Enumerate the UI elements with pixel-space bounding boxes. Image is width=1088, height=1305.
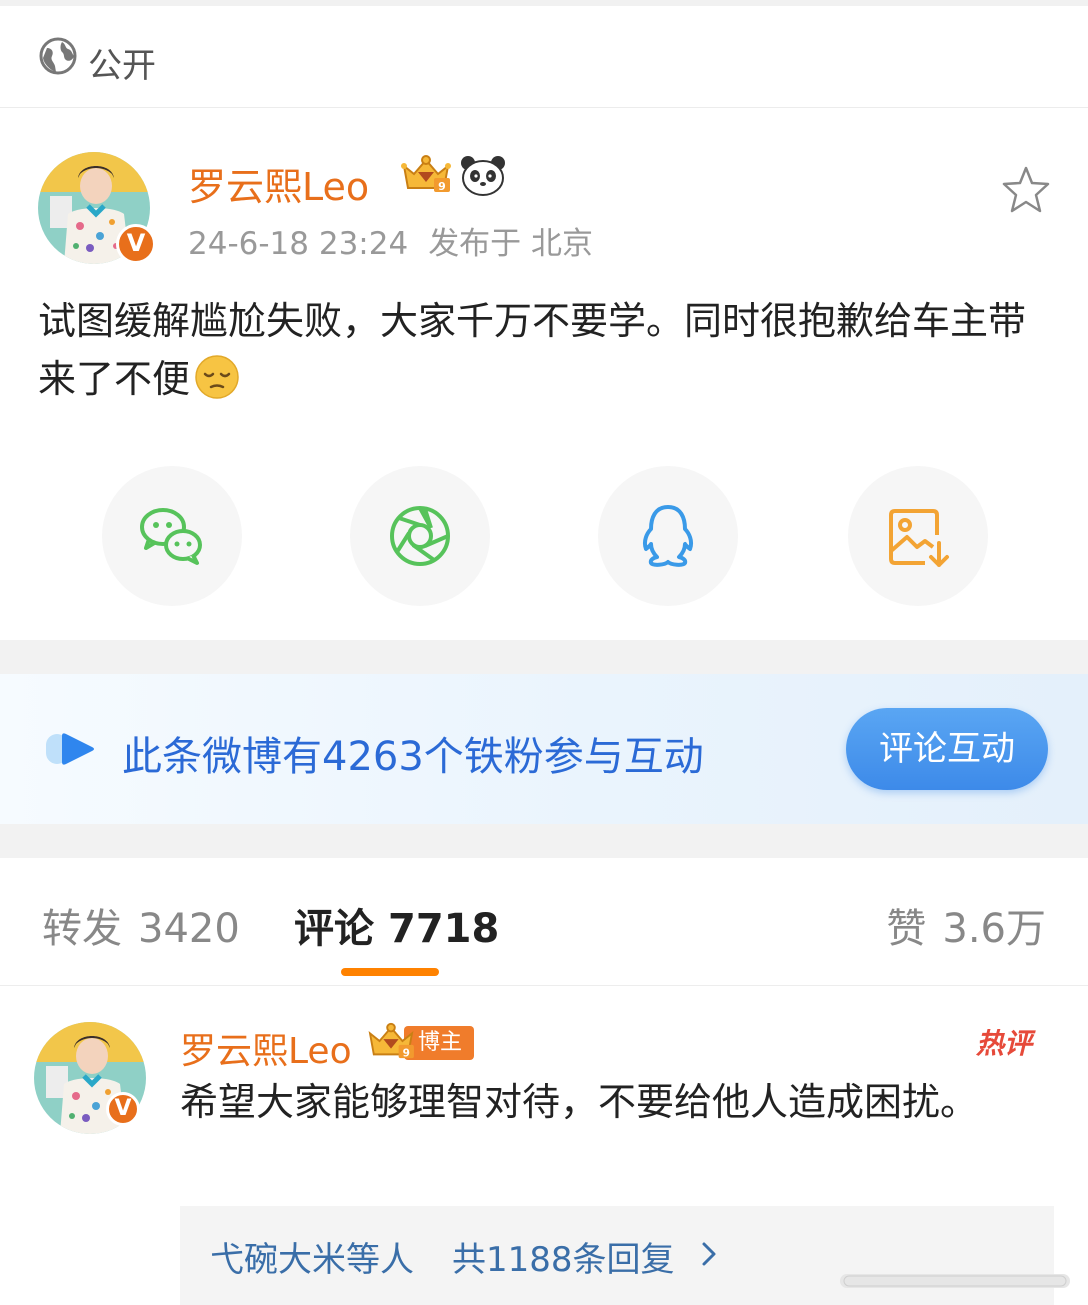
section-divider bbox=[0, 640, 1088, 674]
post-meta: 24-6-18 23:24 发布于 北京 bbox=[188, 218, 593, 263]
tab-comments-label: 评论 bbox=[294, 906, 374, 952]
comment-interact-button[interactable]: 评论互动 bbox=[846, 708, 1048, 790]
share-moments-button[interactable] bbox=[350, 466, 490, 606]
post-content: 试图缓解尴尬失败，大家千万不要学。同时很抱歉给车主带来了不便 bbox=[38, 292, 1048, 408]
comment-author[interactable]: 罗云熙Leo bbox=[180, 1022, 352, 1074]
replies-who: 弋碗大米等人 bbox=[210, 1240, 414, 1280]
crown-badge-icon: 9 bbox=[401, 155, 451, 193]
tab-repost[interactable]: 转发 3420 bbox=[42, 896, 240, 954]
tab-comments[interactable]: 评论 7718 bbox=[294, 896, 499, 954]
tab-likes[interactable]: 赞 3.6万 bbox=[886, 896, 1046, 954]
replies-count: 共1188条回复 bbox=[452, 1240, 675, 1280]
svg-text:9: 9 bbox=[438, 180, 446, 193]
chevron-right-icon bbox=[702, 1242, 716, 1266]
post-location: 发布于 北京 bbox=[428, 226, 594, 262]
star-icon[interactable] bbox=[1000, 164, 1052, 214]
share-wechat-button[interactable] bbox=[102, 466, 242, 606]
share-row bbox=[0, 466, 1088, 606]
panda-icon bbox=[461, 156, 505, 196]
svg-text:9: 9 bbox=[403, 1047, 410, 1059]
tab-comments-count: 7718 bbox=[388, 906, 500, 952]
moments-icon bbox=[390, 506, 450, 566]
crown-badge-icon: 9 bbox=[368, 1022, 414, 1059]
verified-badge: V bbox=[116, 224, 156, 264]
fans-banner: 此条微博有4263个铁粉参与互动 评论互动 bbox=[0, 674, 1088, 824]
save-image-button[interactable] bbox=[848, 466, 988, 606]
fans-text: 此条微博有4263个铁粉参与互动 bbox=[122, 734, 704, 780]
author-name[interactable]: 罗云熙Leo bbox=[188, 156, 369, 211]
comment-text: 希望大家能够理智对待，不要给他人造成困扰。 bbox=[180, 1080, 979, 1124]
visibility-label: 公开 bbox=[88, 46, 156, 86]
visibility-bar: 公开 bbox=[0, 0, 1088, 108]
active-tab-indicator bbox=[341, 968, 439, 976]
section-divider bbox=[0, 824, 1088, 858]
post-text: 试图缓解尴尬失败，大家千万不要学。同时很抱歉给车主带来了不便 bbox=[38, 299, 1027, 401]
post-card: V 罗云熙Leo 9 24-6-18 23:24 发布于 北京 试图缓解尴尬失败，… bbox=[0, 108, 1088, 640]
tab-repost-count: 3420 bbox=[138, 906, 240, 952]
share-qq-button[interactable] bbox=[598, 466, 738, 606]
globe-icon bbox=[39, 37, 77, 75]
hot-comment-label: 热评 bbox=[976, 1027, 1033, 1060]
comment-verified-badge: V bbox=[106, 1092, 140, 1126]
tab-repost-label: 转发 bbox=[42, 906, 122, 952]
pensive-face-icon bbox=[195, 355, 239, 399]
post-timestamp: 24-6-18 23:24 bbox=[188, 226, 409, 262]
home-indicator bbox=[840, 1274, 1070, 1288]
save-image-icon bbox=[889, 509, 949, 567]
qq-icon bbox=[642, 505, 694, 567]
wechat-icon bbox=[140, 508, 202, 565]
fans-play-icon bbox=[46, 733, 94, 765]
comment-item: V 罗云熙Leo 博主 9 热评 希望大家能够理智对待，不要给他人造成困扰。 弋… bbox=[0, 986, 1088, 1305]
tab-likes-count: 3.6万 bbox=[942, 906, 1046, 952]
interaction-tabs: 转发 3420 评论 7718 赞 3.6万 bbox=[0, 858, 1088, 986]
tab-likes-label: 赞 bbox=[886, 906, 927, 952]
